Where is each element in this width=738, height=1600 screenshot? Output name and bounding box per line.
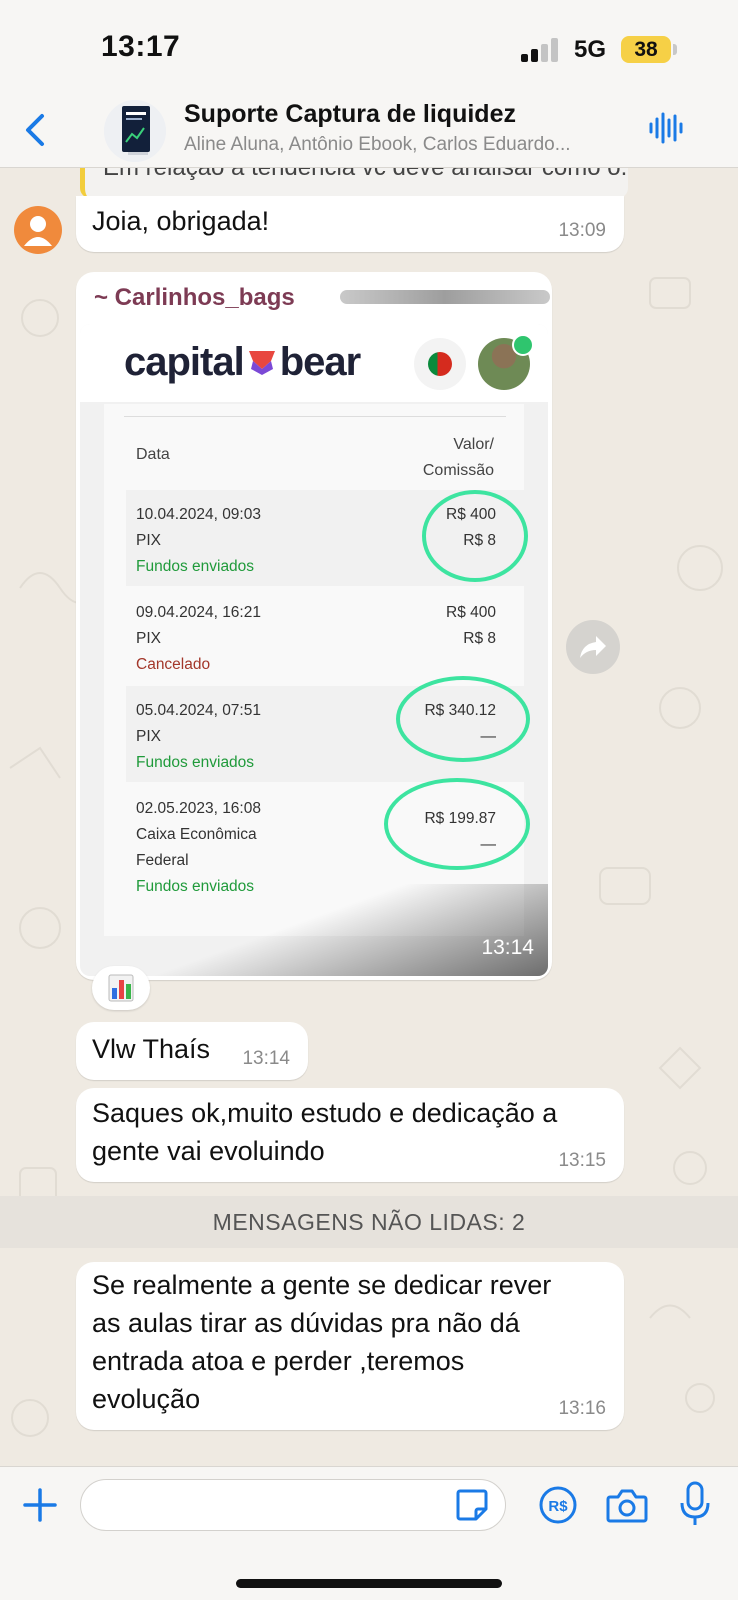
highlight-circle [396,676,530,762]
tx-status: Fundos enviados [136,754,255,771]
blurred-phone-number [340,290,550,304]
column-header-valor: Valor/ Comissão [423,432,494,484]
status-bar: 13:17 5G 38 [0,0,738,98]
tx-status: Cancelado [136,656,211,673]
network-type: 5G [574,36,607,63]
group-avatar[interactable] [104,100,166,162]
message-time: 13:14 [242,1048,290,1069]
ebook-cover-icon [104,100,166,162]
message-time: 13:14 [481,936,534,959]
message-text: Saques ok,muito estudo e dedicação a gen… [92,1094,557,1170]
transactions-card: Data Valor/ Comissão 10.04.2024, 09:03 P… [104,404,530,936]
group-members[interactable]: Aline Aluna, Antônio Ebook, Carlos Eduar… [184,134,624,156]
forward-button[interactable] [566,620,620,674]
message-line: evolução [92,1384,201,1414]
capital-bear-logo: capital bear [124,340,361,385]
pix-icon: R$ [539,1486,577,1524]
transaction-row: 09.04.2024, 16:21 PIX Cancelado R$ 400 R… [126,588,526,684]
tx-status: Fundos enviados [136,558,255,575]
message-bubble[interactable]: Se realmente a gente se dedicar rever as… [76,1262,624,1430]
tx-method-cont: Federal [136,852,189,869]
message-line: Se realmente a gente se dedicar rever [92,1270,552,1300]
bar-chart-emoji-icon [108,974,134,1002]
tx-date: 05.04.2024, 07:51 [136,702,261,719]
unread-messages-divider: MENSAGENS NÃO LIDAS: 2 [0,1196,738,1248]
tx-date: 02.05.2023, 16:08 [136,800,261,817]
header-valor: Valor/ [453,436,494,453]
reaction-badge[interactable] [92,966,150,1010]
sender-name[interactable]: ~ Carlinhos_bags [94,284,295,312]
person-icon [24,216,52,246]
voice-chat-button[interactable] [648,110,684,146]
payment-button[interactable]: R$ [538,1485,578,1525]
signal-strength-icon [521,38,561,62]
message-line: Saques ok,muito estudo e dedicação a [92,1098,558,1128]
sticker-icon [456,1489,488,1521]
tx-method: PIX [136,630,161,647]
microphone-button[interactable] [678,1481,712,1527]
message-input[interactable] [80,1479,506,1531]
tx-method: PIX [136,532,161,549]
message-bubble[interactable]: Vlw Thaís 13:14 [76,1022,308,1080]
image-message-bubble[interactable]: ~ Carlinhos_bags capital bear Data Valor/… [76,272,552,980]
chat-header: Suporte Captura de liquidez Aline Aluna,… [0,98,738,168]
chat-area[interactable]: Em relação à tendência vc deve analisar … [0,168,738,1466]
tx-method: Caixa Econômica [136,826,257,843]
input-bar: R$ [0,1466,738,1600]
verified-check-icon [512,334,534,356]
column-header-data: Data [136,446,170,463]
battery-icon: 38 [621,36,671,63]
forward-arrow-icon [580,636,606,658]
status-time: 13:17 [101,30,181,63]
language-flag-icon [414,338,466,390]
tx-commission: R$ 8 [463,630,496,647]
message-time: 13:15 [558,1150,606,1171]
message-line: entrada atoa e perder ,teremos [92,1346,465,1376]
tx-value: R$ 400 [446,604,496,621]
sender-avatar[interactable] [14,206,62,254]
tx-date: 10.04.2024, 09:03 [136,506,261,523]
capital-bear-header: capital bear [80,324,548,402]
tx-method: PIX [136,728,161,745]
group-title[interactable]: Suporte Captura de liquidez [184,100,516,129]
message-line: as aulas tirar as dúvidas pra não dá [92,1308,520,1338]
camera-icon [606,1489,648,1523]
attach-button[interactable] [22,1487,58,1523]
microphone-icon [680,1481,710,1525]
shared-screenshot-image[interactable]: capital bear Data Valor/ Comissão 10.04.2… [80,324,548,976]
sticker-button[interactable] [454,1487,490,1523]
svg-text:R$: R$ [548,1498,568,1515]
quote-text: Em relação à tendência vc deve analisar … [103,168,628,182]
bear-logo-icon [248,351,275,375]
camera-button[interactable] [606,1487,648,1523]
message-time: 13:09 [558,220,606,241]
highlight-circle [422,490,528,582]
waveform-icon [649,112,683,144]
message-text: Vlw Thaís [92,1034,211,1064]
tx-date: 09.04.2024, 16:21 [136,604,261,621]
message-bubble[interactable]: Saques ok,muito estudo e dedicação a gen… [76,1088,624,1182]
brand-left: capital [124,340,245,384]
highlight-circle [384,778,530,870]
message-line: gente vai evoluindo [92,1136,325,1166]
message-text: Joia, obrigada! [92,206,270,236]
quoted-message[interactable]: Em relação à tendência vc deve analisar … [80,168,628,198]
home-indicator [236,1579,502,1588]
message-bubble[interactable]: Joia, obrigada! 13:09 [76,196,624,252]
header-comissao: Comissão [422,462,494,479]
chevron-left-icon [26,114,44,146]
image-shadow [80,884,548,976]
message-text: Se realmente a gente se dedicar rever as… [92,1266,551,1418]
battery-tip [673,44,677,55]
plus-icon [23,1488,57,1522]
back-button[interactable] [18,110,54,150]
brand-right: bear [279,340,361,384]
message-time: 13:16 [558,1398,606,1419]
